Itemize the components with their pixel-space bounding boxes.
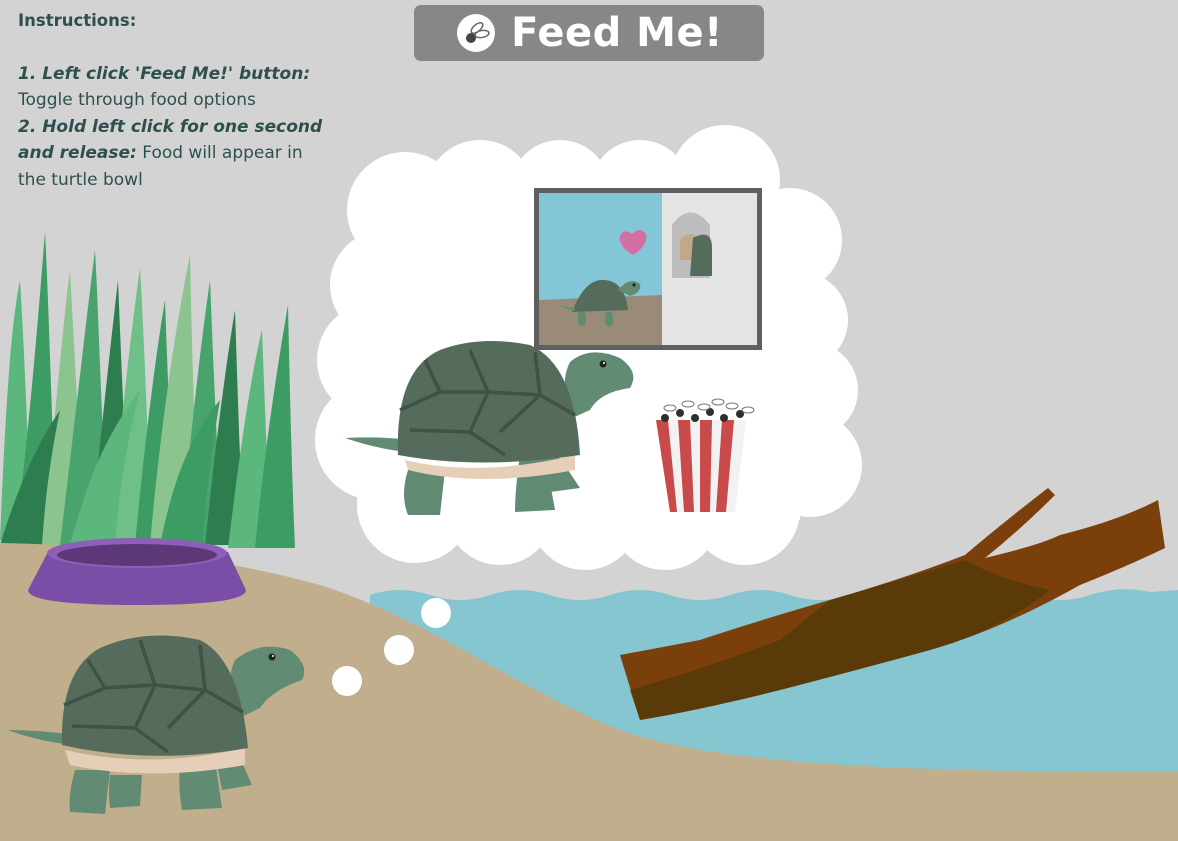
instructions-heading: Instructions: <box>18 11 137 30</box>
grass <box>0 232 295 548</box>
feed-me-button[interactable]: Feed Me! <box>414 5 764 61</box>
feed-me-label: Feed Me! <box>511 10 723 56</box>
step-1-label: 1. Left click 'Feed Me!' button: <box>18 63 311 84</box>
instruction-step-2: 2. Hold left click for one second and re… <box>18 114 328 194</box>
fly-icon <box>457 14 496 52</box>
instruction-step-1: 1. Left click 'Feed Me!' button: Toggle … <box>18 61 328 114</box>
step-1-text: Toggle through food options <box>18 90 256 110</box>
instructions-panel: Instructions: 1. Left click 'Feed Me!' b… <box>18 8 328 193</box>
thought-picture-frame <box>534 188 762 350</box>
food-bowl <box>28 538 246 605</box>
